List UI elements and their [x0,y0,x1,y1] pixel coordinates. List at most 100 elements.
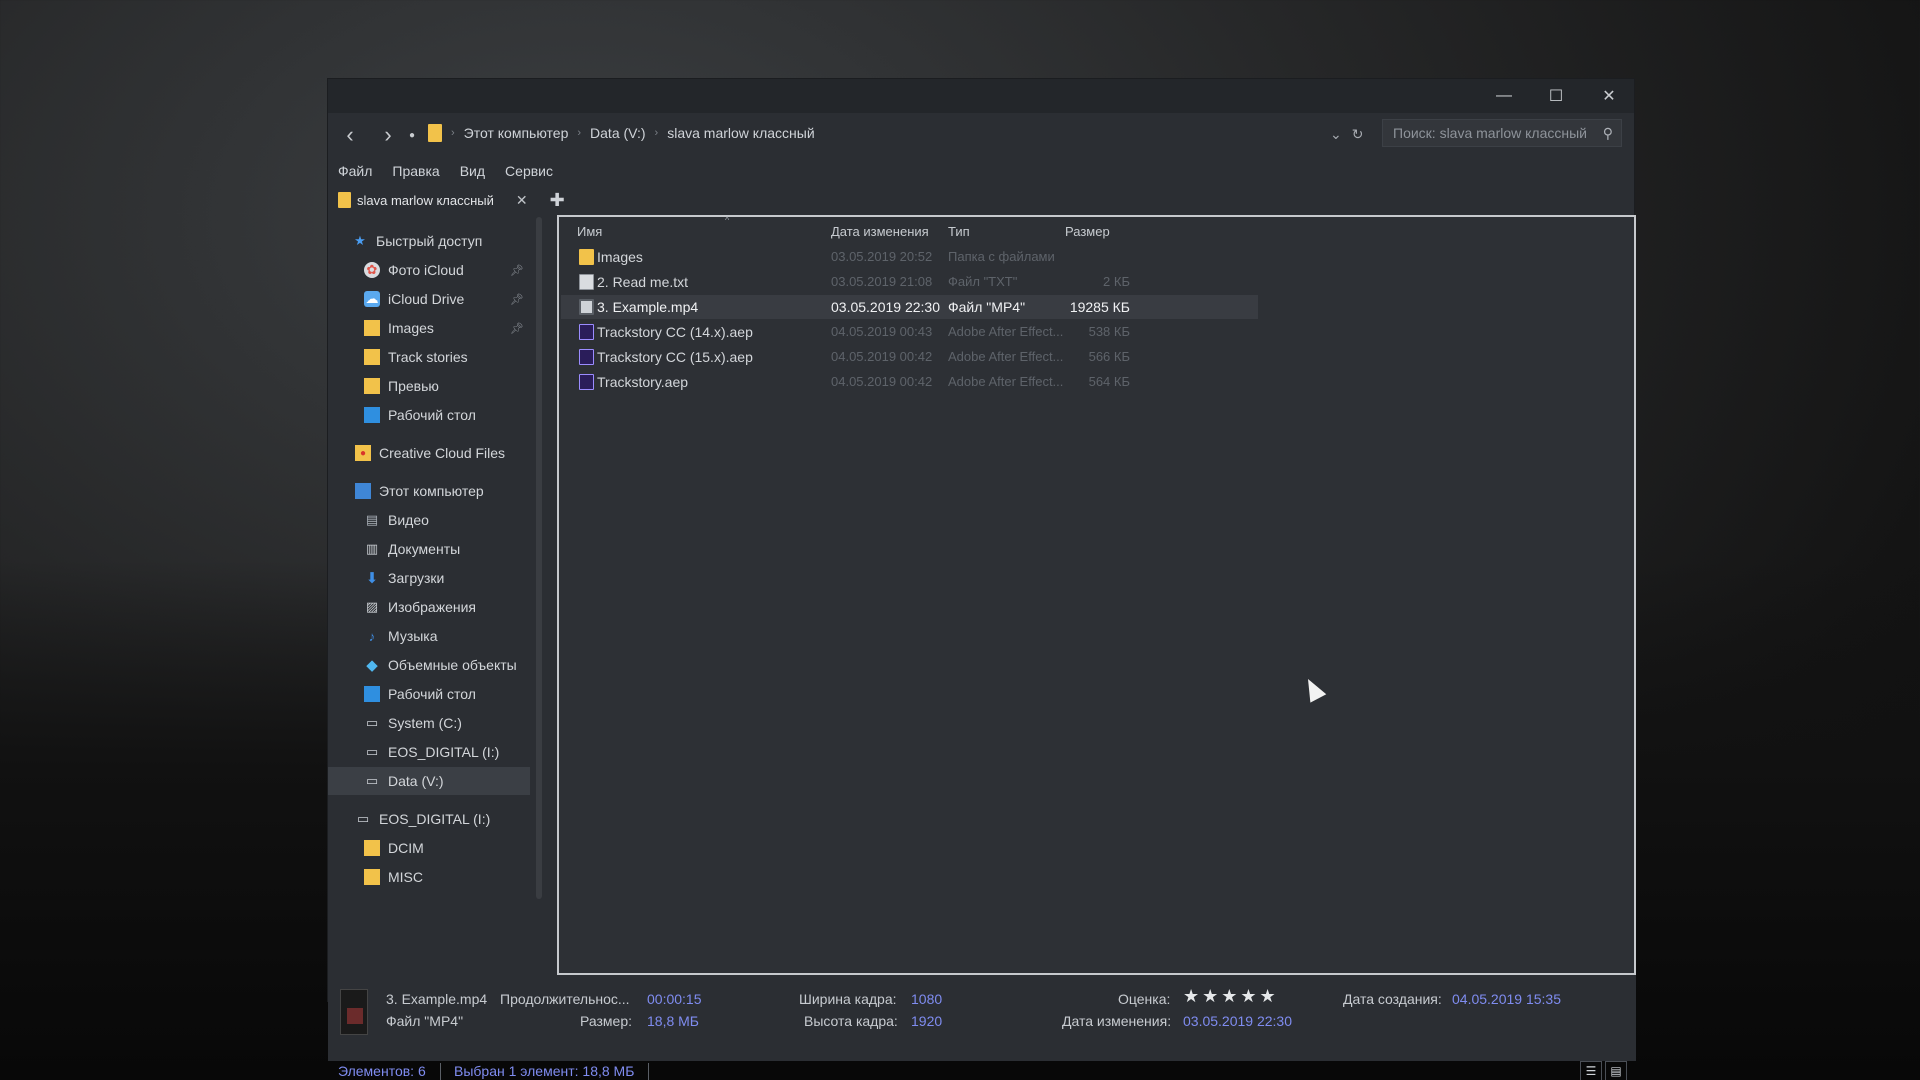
column-header-name[interactable]: Имя [577,224,602,239]
details-view-icon: ☰ [1585,1064,1597,1078]
file-type: Файл "MP4" [948,299,1026,315]
file-type: Adobe After Effect... [948,324,1063,339]
breadcrumb-separator: › [451,127,455,139]
nav-item-video[interactable]: ▤ Видео [328,506,530,534]
maximize-button[interactable]: ☐ [1530,79,1582,113]
menu-file[interactable]: Файл [338,163,372,179]
file-date: 04.05.2019 00:43 [831,324,933,339]
history-dropdown-icon[interactable]: ⌄ [1330,126,1342,143]
address-bar: ‹ › ● › Этот компьютер › Data (V:) › sla… [328,113,1634,155]
nav-item-3d-objects[interactable]: ◆ Объемные объекты [328,651,530,679]
details-size-value: 18,8 МБ [647,1013,699,1029]
nav-quick-access[interactable]: ★ Быстрый доступ [328,227,530,255]
file-list: ^ Имя Дата изменения Тип Размер Images 0… [557,215,1636,975]
menu-edit[interactable]: Правка [392,163,439,179]
nav-item-pictures[interactable]: ▨ Изображения [328,593,530,621]
minimize-button[interactable]: — [1478,79,1530,113]
file-type: Adobe After Effect... [948,374,1063,389]
file-date: 04.05.2019 00:42 [831,349,933,364]
breadcrumb-data-drive[interactable]: Data (V:) [590,125,646,141]
file-size: 19285 КБ [1069,299,1130,315]
nav-creative-cloud[interactable]: ● Creative Cloud Files [328,439,530,467]
computer-icon [355,483,371,499]
breadcrumb-this-pc[interactable]: Этот компьютер [464,125,569,141]
back-arrow-icon: ‹ [346,122,354,147]
nav-label: DCIM [388,840,424,856]
nav-item-images[interactable]: Images 📌︎ [328,314,530,342]
file-row[interactable]: Trackstory.aep 04.05.2019 00:42 Adobe Af… [561,370,1258,394]
forward-button[interactable]: › [376,122,400,147]
nav-item-downloads[interactable]: ⬇ Загрузки [328,564,530,592]
forward-arrow-icon: › [384,122,392,147]
pin-icon: 📌︎ [510,293,524,306]
folder-icon [579,249,594,265]
nav-item-misc[interactable]: MISC [328,863,530,891]
nav-label: Рабочий стол [388,407,476,423]
nav-eos-drive[interactable]: ▭ EOS_DIGITAL (I:) [328,805,530,833]
file-row[interactable]: 2. Read me.txt 03.05.2019 21:08 Файл "TX… [561,270,1258,294]
column-header-type[interactable]: Тип [948,224,970,239]
nav-scrollbar[interactable] [536,217,542,899]
downloads-icon: ⬇ [365,570,379,587]
column-header-date[interactable]: Дата изменения [831,224,929,239]
nav-item-system-c[interactable]: ▭ System (C:) [328,709,530,737]
desktop-icon [364,407,380,423]
breadcrumb-current-folder[interactable]: slava marlow классный [667,125,814,141]
nav-item-music[interactable]: ♪ Музыка [328,622,530,650]
nav-item-data-v[interactable]: ▭ Data (V:) [328,767,530,795]
nav-item-icloud-drive[interactable]: ☁ iCloud Drive 📌︎ [328,285,530,313]
close-button[interactable]: ✕ [1583,79,1635,113]
tab-close-icon[interactable]: ✕ [516,192,528,209]
nav-this-pc[interactable]: Этот компьютер [328,477,530,505]
file-type: Папка с файлами [948,249,1055,264]
column-header-size[interactable]: Размер [1065,224,1110,239]
nav-item-desktop[interactable]: Рабочий стол [328,401,530,429]
details-width-label: Ширина кадра: [799,991,897,1007]
pictures-icon: ▨ [365,599,379,614]
details-height-label: Высота кадра: [804,1013,898,1029]
nav-item-track-stories[interactable]: Track stories [328,343,530,371]
nav-label: Рабочий стол [388,686,476,702]
folder-icon [364,378,380,394]
refresh-icon[interactable]: ↻ [1352,126,1364,143]
search-input[interactable]: Поиск: slava marlow классный ⚲ [1382,119,1622,147]
file-date: 03.05.2019 21:08 [831,274,933,289]
nav-label: iCloud Drive [388,291,465,307]
nav-label: Data (V:) [388,773,444,789]
tiles-view-button[interactable]: ▤ [1605,1061,1627,1080]
breadcrumb[interactable]: › Этот компьютер › Data (V:) › slava mar… [428,124,815,142]
nav-item-icloud-photos[interactable]: ✿ Фото iCloud 📌︎ [328,256,530,284]
nav-item-dcim[interactable]: DCIM [328,834,530,862]
details-view-button[interactable]: ☰ [1580,1061,1602,1080]
file-row[interactable]: Trackstory CC (14.x).aep 04.05.2019 00:4… [561,320,1258,344]
new-tab-icon[interactable]: ✚ [550,190,565,211]
nav-item-preview[interactable]: Превью [328,372,530,400]
drive-icon: ▭ [365,744,379,759]
folder-icon [364,840,380,856]
file-name: Trackstory CC (15.x).aep [597,349,753,365]
nav-item-eos-digital[interactable]: ▭ EOS_DIGITAL (I:) [328,738,530,766]
menu-view[interactable]: Вид [460,163,485,179]
breadcrumb-separator: › [577,127,582,139]
folder-icon [338,192,351,208]
icloud-drive-icon: ☁ [364,291,380,307]
file-name: 3. Example.mp4 [597,299,699,315]
recent-locations-button[interactable]: ● [400,123,424,147]
nav-label: Быстрый доступ [376,233,483,249]
back-button[interactable]: ‹ [338,122,362,147]
details-size-label: Размер: [580,1013,633,1029]
file-row[interactable]: Trackstory CC (15.x).aep 04.05.2019 00:4… [561,345,1258,369]
menu-tools[interactable]: Сервис [505,163,553,179]
status-item-count: Элементов: 6 [338,1063,426,1079]
documents-icon: ▥ [365,541,379,556]
file-row[interactable]: Images 03.05.2019 20:52 Папка с файлами [561,245,1258,269]
tab-current-folder[interactable]: slava marlow классный [338,192,494,208]
nav-item-documents[interactable]: ▥ Документы [328,535,530,563]
file-row-selected[interactable]: 3. Example.mp4 03.05.2019 22:30 Файл "MP… [561,295,1258,319]
nav-item-desktop-pc[interactable]: Рабочий стол [328,680,530,708]
nav-label: EOS_DIGITAL (I:) [379,811,491,827]
rating-stars[interactable]: ★★★★★ [1183,986,1279,1007]
desktop-icon [364,686,380,702]
file-date: 03.05.2019 20:52 [831,249,933,264]
details-created-label: Дата создания: [1343,991,1442,1007]
